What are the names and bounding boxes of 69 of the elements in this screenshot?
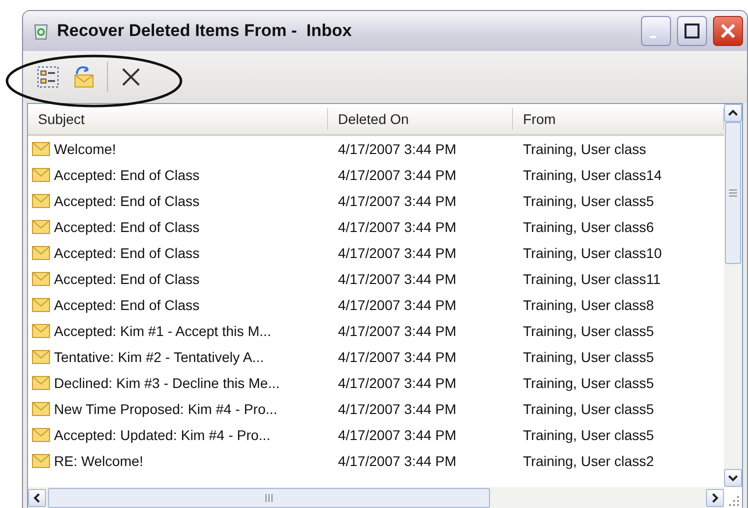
- envelope-icon: [32, 402, 50, 416]
- size-grip-icon[interactable]: [728, 494, 740, 506]
- deleted-on-cell-text: 4/17/2007 3:44 PM: [337, 141, 458, 157]
- envelope-icon: [32, 194, 50, 208]
- subject-cell: Declined: Kim #3 - Decline this Me...: [54, 375, 280, 391]
- maximize-icon: [684, 23, 700, 39]
- from-cell-text: Training, User class5: [522, 193, 655, 209]
- from-cell-text: Training, User class10: [522, 245, 663, 261]
- subject-cell: RE: Welcome!: [54, 453, 144, 469]
- from-cell-text: Training, User class14: [522, 167, 663, 183]
- subject-cell: Tentative: Kim #2 - Tentatively A...: [54, 349, 264, 365]
- from-cell-text: Training, User class2: [522, 453, 655, 469]
- envelope-icon: [32, 168, 50, 182]
- subject-cell: Accepted: End of Class: [54, 271, 200, 287]
- subject-cell: Welcome!: [54, 141, 116, 157]
- from-cell-text: Training, User class5: [522, 323, 655, 339]
- from-cell-text: Training, User class11: [522, 271, 662, 287]
- deleted-on-cell-text: 4/17/2007 3:44 PM: [337, 167, 458, 183]
- scrollbar-thumb[interactable]: [48, 488, 490, 508]
- column-header[interactable]: Subject: [28, 108, 328, 130]
- envelope-icon: [32, 454, 50, 468]
- deleted-on-cell-text: 4/17/2007 3:44 PM: [337, 271, 458, 287]
- deleted-on-cell-text: 4/17/2007 3:44 PM: [337, 323, 458, 339]
- envelope-icon: [32, 428, 50, 442]
- deleted-on-cell-text: 4/17/2007 3:44 PM: [337, 245, 458, 261]
- subject-cell: Accepted: Updated: Kim #4 - Pro...: [54, 427, 270, 443]
- deleted-on-cell-text: 4/17/2007 3:44 PM: [337, 453, 458, 469]
- deleted-on-cell-text: 4/17/2007 3:44 PM: [337, 401, 458, 417]
- envelope-icon: [32, 350, 50, 364]
- deleted-on-cell-text: 4/17/2007 3:44 PM: [337, 219, 458, 235]
- envelope-icon: [32, 246, 50, 260]
- deleted-on-cell-text: 4/17/2007 3:44 PM: [337, 375, 458, 391]
- scrollbar-thumb[interactable]: [725, 122, 741, 264]
- from-cell-text: Training, User class6: [522, 219, 655, 235]
- envelope-icon: [32, 324, 50, 338]
- close-icon: [720, 23, 736, 39]
- from-cell-text: Training, User class5: [522, 375, 655, 391]
- from-cell-text: Training, User class5: [522, 427, 655, 443]
- envelope-icon: [32, 298, 50, 312]
- close-button[interactable]: [713, 16, 743, 46]
- subject-cell: Accepted: End of Class: [54, 245, 200, 261]
- deleted-on-cell-text: 4/17/2007 3:44 PM: [337, 427, 458, 443]
- scroll-up-button[interactable]: [724, 104, 742, 122]
- envelope-icon: [32, 272, 50, 286]
- scroll-down-button[interactable]: [724, 469, 742, 487]
- subject-cell: New Time Proposed: Kim #4 - Pro...: [54, 401, 278, 417]
- window-title: Recover Deleted Items From - Inbox: [57, 21, 353, 41]
- deleted-on-cell-text: 4/17/2007 3:44 PM: [337, 297, 458, 313]
- from-cell-text: Training, User class8: [522, 297, 655, 313]
- minimize-icon: [650, 36, 656, 38]
- envelope-icon: [32, 142, 50, 156]
- subject-cell: Accepted: Kim #1 - Accept this M...: [54, 323, 272, 339]
- column-header[interactable]: Deleted On: [328, 108, 513, 130]
- deleted-on-cell-text: 4/17/2007 3:44 PM: [337, 349, 458, 365]
- scroll-right-button[interactable]: [706, 488, 724, 506]
- from-cell-text: Training, User class5: [522, 401, 655, 417]
- maximize-button[interactable]: [677, 16, 707, 46]
- select-all-button[interactable]: [35, 64, 61, 90]
- envelope-icon: [32, 220, 50, 234]
- subject-cell: Accepted: End of Class: [54, 219, 200, 235]
- envelope-icon: [32, 376, 50, 390]
- subject-cell: Accepted: End of Class: [54, 193, 200, 209]
- deleted-on-cell-text: 4/17/2007 3:44 PM: [337, 193, 458, 209]
- from-cell-text: Training, User class5: [522, 349, 655, 365]
- subject-cell: Accepted: End of Class: [54, 297, 200, 313]
- minimize-button[interactable]: [641, 16, 671, 46]
- scroll-left-button[interactable]: [28, 488, 46, 506]
- from-cell-text: Training, User class: [522, 141, 648, 157]
- subject-cell: Accepted: End of Class: [54, 167, 200, 183]
